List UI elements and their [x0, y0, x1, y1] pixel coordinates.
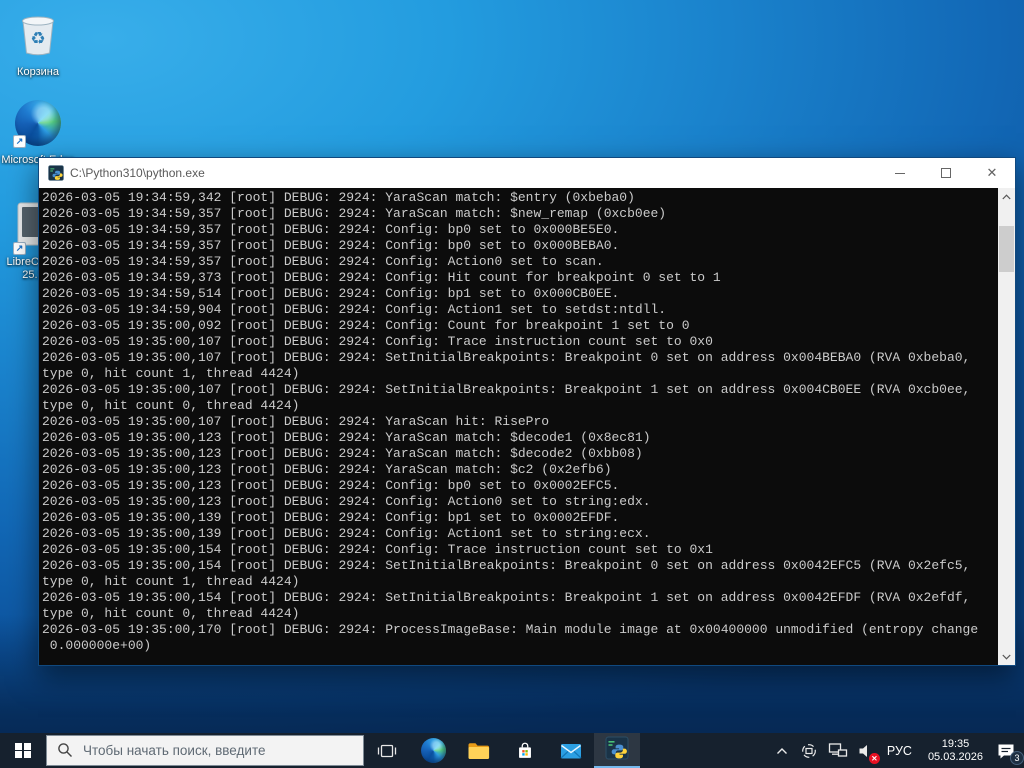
shortcut-arrow-icon: ↗: [13, 242, 26, 255]
maximize-button[interactable]: [923, 158, 969, 188]
close-button[interactable]: ✕: [969, 158, 1015, 188]
clock-date: 05.03.2026: [927, 750, 983, 763]
network-icon: [828, 743, 848, 757]
console-scrollbar[interactable]: [998, 188, 1015, 665]
python-console-icon: [48, 165, 64, 181]
notification-count-badge: 3: [1010, 751, 1024, 765]
taskbar-store-button[interactable]: [502, 733, 548, 768]
shortcut-arrow-icon: ↗: [13, 135, 26, 148]
desktop-icon-recycle-bin[interactable]: ♻ Корзина: [0, 12, 76, 79]
search-icon: [58, 743, 72, 757]
minimize-icon: [895, 172, 905, 174]
close-icon: ✕: [986, 165, 998, 180]
language-indicator[interactable]: РУС: [879, 744, 920, 758]
edge-icon: [420, 738, 446, 763]
folder-icon: [468, 742, 490, 759]
scroll-down-icon[interactable]: [998, 648, 1015, 665]
taskbar: ✕ РУС 19:35 05.03.2026 3: [0, 733, 1024, 768]
scroll-up-icon[interactable]: [998, 188, 1015, 205]
python-console-icon: [605, 736, 629, 765]
action-center-button[interactable]: 3: [991, 733, 1024, 768]
minimize-button[interactable]: [877, 158, 923, 188]
tray-volume-button[interactable]: ✕: [853, 733, 880, 768]
system-tray: ✕ РУС 19:35 05.03.2026 3: [769, 733, 1024, 768]
mute-badge-icon: ✕: [868, 753, 880, 764]
console-window: C:\Python310\python.exe ✕ 2026-03-05 19:…: [38, 157, 1016, 666]
task-view-button[interactable]: [364, 733, 410, 768]
search-input[interactable]: [47, 736, 363, 765]
tray-cast-button[interactable]: [795, 733, 823, 768]
store-icon: [519, 742, 531, 758]
tray-network-button[interactable]: [823, 733, 853, 768]
taskbar-python-console-button[interactable]: [594, 733, 640, 768]
console-output: 2026-03-05 19:34:59,342 [root] DEBUG: 29…: [42, 190, 979, 653]
taskbar-explorer-button[interactable]: [456, 733, 502, 768]
desktop-icon-label: Корзина: [17, 66, 59, 78]
scrollbar-thumb[interactable]: [999, 226, 1014, 272]
clock-time: 19:35: [941, 737, 970, 750]
taskbar-clock[interactable]: 19:35 05.03.2026: [920, 738, 991, 764]
cast-icon: [802, 743, 816, 758]
taskbar-edge-button[interactable]: [410, 733, 456, 768]
window-title: C:\Python310\python.exe: [70, 166, 205, 180]
svg-text:♻: ♻: [30, 29, 45, 48]
tray-expand-button[interactable]: [769, 733, 795, 768]
recycle-bin-icon: ♻: [16, 12, 60, 63]
windows-logo-icon: [15, 742, 31, 759]
mail-icon: [560, 743, 582, 758]
console-viewport[interactable]: 2026-03-05 19:34:59,342 [root] DEBUG: 29…: [39, 188, 1015, 665]
edge-icon: ↗: [13, 100, 61, 148]
start-button[interactable]: [0, 733, 46, 768]
maximize-icon: [941, 168, 951, 178]
taskbar-search[interactable]: [46, 735, 364, 766]
task-view-icon: [377, 744, 397, 757]
chevron-up-icon: [776, 747, 787, 754]
window-titlebar[interactable]: C:\Python310\python.exe ✕: [39, 158, 1015, 188]
taskbar-mail-button[interactable]: [548, 733, 594, 768]
